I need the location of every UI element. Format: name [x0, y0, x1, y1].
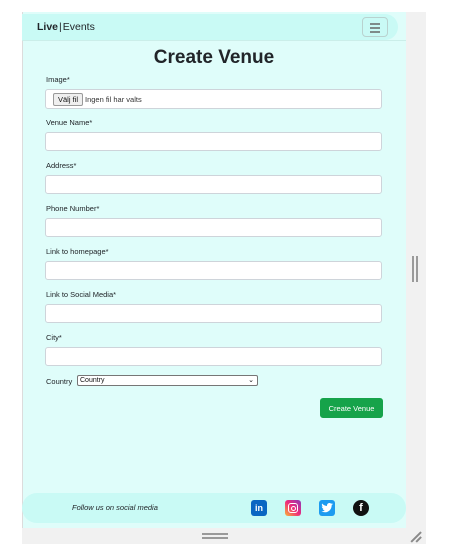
country-select[interactable]: Country ⌄ — [77, 375, 258, 386]
brand-separator: | — [59, 21, 62, 33]
image-label: Image* — [46, 75, 70, 84]
twitter-bird-icon — [321, 503, 333, 513]
choose-file-button[interactable]: Välj fil — [53, 93, 84, 106]
vertical-resize-handle-icon[interactable] — [412, 256, 418, 282]
hamburger-icon — [370, 23, 380, 25]
hamburger-icon-line — [370, 27, 380, 29]
create-venue-button[interactable]: Create Venue — [320, 398, 383, 418]
brand-live: Live — [37, 21, 59, 33]
linkedin-icon[interactable]: in — [251, 500, 267, 516]
venue-name-label: Venue Name* — [46, 118, 93, 127]
homepage-link-label: Link to homepage* — [46, 247, 109, 256]
venue-name-input[interactable] — [45, 132, 382, 151]
corner-resize-icon[interactable] — [410, 530, 422, 542]
navbar-divider — [22, 40, 406, 41]
social-media-link-input[interactable] — [45, 304, 382, 323]
page-title: Create Venue — [153, 47, 275, 68]
homepage-link-input[interactable] — [45, 261, 382, 280]
image-file-input[interactable]: Välj fil Ingen fil har valts — [45, 89, 382, 109]
social-media-link-label: Link to Social Media* — [46, 290, 117, 299]
phone-number-input[interactable] — [45, 218, 382, 237]
city-label: City* — [46, 333, 62, 342]
facebook-icon[interactable]: f — [353, 500, 369, 516]
instagram-icon[interactable] — [285, 500, 301, 516]
address-input[interactable] — [45, 175, 382, 194]
phone-number-label: Phone Number* — [46, 204, 100, 213]
twitter-icon[interactable] — [319, 500, 335, 516]
instagram-icon-lens — [290, 505, 296, 511]
navbar: Live|Events — [22, 14, 398, 40]
country-label: Country — [46, 377, 73, 386]
address-label: Address* — [46, 161, 77, 170]
hamburger-icon-line — [370, 31, 380, 33]
file-status-text: Ingen fil har valts — [85, 95, 142, 104]
chevron-down-icon: ⌄ — [248, 377, 254, 384]
hamburger-menu-button[interactable] — [362, 17, 388, 37]
horizontal-resize-handle-icon[interactable] — [202, 533, 228, 539]
brand-events: Events — [62, 21, 95, 33]
country-selected-value: Country — [80, 377, 105, 384]
city-input[interactable] — [45, 347, 382, 366]
brand-logo[interactable]: Live|Events — [37, 21, 95, 33]
footer-follow-text: Follow us on social media — [72, 503, 158, 512]
footer: Follow us on social media in f — [22, 493, 406, 523]
